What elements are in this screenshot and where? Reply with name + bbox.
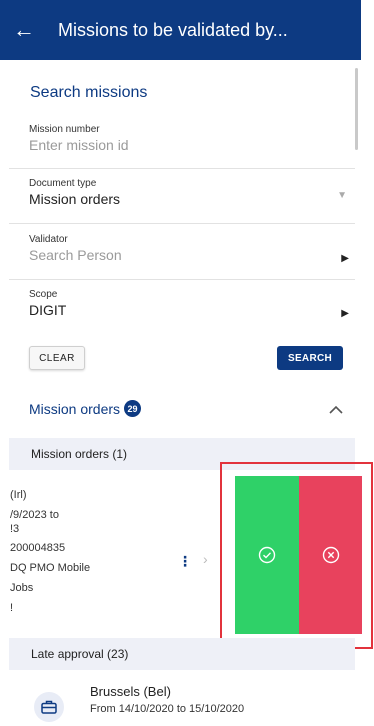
divider xyxy=(9,223,355,224)
group-late-approval[interactable]: Late approval (23) xyxy=(9,638,355,670)
divider xyxy=(9,168,355,169)
clear-button[interactable]: CLEAR xyxy=(29,346,85,370)
scrollbar[interactable] xyxy=(355,68,358,150)
search-button[interactable]: SEARCH xyxy=(277,346,343,370)
chevron-up-icon[interactable] xyxy=(326,400,346,420)
scope-field[interactable]: Scope DIGIT ▶ xyxy=(29,289,355,319)
document-type-select[interactable]: Document type Mission orders ▼ xyxy=(29,178,355,207)
dropdown-caret-icon[interactable]: ▼ xyxy=(337,190,347,201)
briefcase-icon xyxy=(34,692,64,722)
back-arrow-icon[interactable]: ← xyxy=(2,0,46,60)
arrow-right-icon[interactable]: ▶ xyxy=(341,253,349,264)
document-type-label: Document type xyxy=(29,178,97,189)
count-badge: 29 xyxy=(124,400,142,417)
search-missions-heading: Search missions xyxy=(30,84,148,101)
card-line: /9/2023 to xyxy=(10,509,59,521)
mission-card[interactable]: (Irl) /9/2023 to !3 200004835 DQ PMO Mob… xyxy=(0,476,230,634)
mission-number-input[interactable]: Enter mission id xyxy=(29,137,355,153)
mission-number-label: Mission number xyxy=(29,124,100,135)
late-item-title: Brussels (Bel) xyxy=(90,684,171,699)
card-line: DQ PMO Mobile xyxy=(10,562,91,574)
app-bar: ← Missions to be validated by... xyxy=(0,0,361,60)
scope-label: Scope xyxy=(29,289,58,300)
kebab-menu-icon[interactable]: ⋮ xyxy=(178,553,192,570)
divider xyxy=(9,279,355,280)
card-line: Jobs xyxy=(10,582,34,594)
scope-value[interactable]: DIGIT xyxy=(29,302,355,318)
arrow-right-icon[interactable]: ▶ xyxy=(341,308,349,319)
late-item-subtitle: From 14/10/2020 to 15/10/2020 xyxy=(90,703,245,715)
chevron-right-icon[interactable]: › xyxy=(203,551,208,567)
card-line: ! xyxy=(10,602,14,614)
page-title: Missions to be validated by... xyxy=(58,19,288,40)
card-line: !3 xyxy=(10,523,20,535)
document-type-value[interactable]: Mission orders xyxy=(29,191,355,207)
mission-number-field[interactable]: Mission number Enter mission id xyxy=(29,124,355,153)
validator-input[interactable]: Search Person xyxy=(29,247,355,263)
card-line: 200004835 xyxy=(10,542,66,554)
validator-label: Validator xyxy=(29,234,68,245)
mission-orders-section-header[interactable]: Mission orders 29 xyxy=(29,400,142,417)
highlight-box xyxy=(220,462,373,649)
card-line: (Irl) xyxy=(10,489,27,501)
mission-orders-title: Mission orders xyxy=(29,400,121,417)
late-approval-item[interactable]: Brussels (Bel) From 14/10/2020 to 15/10/… xyxy=(34,684,334,724)
validator-field[interactable]: Validator Search Person ▶ xyxy=(29,234,355,264)
